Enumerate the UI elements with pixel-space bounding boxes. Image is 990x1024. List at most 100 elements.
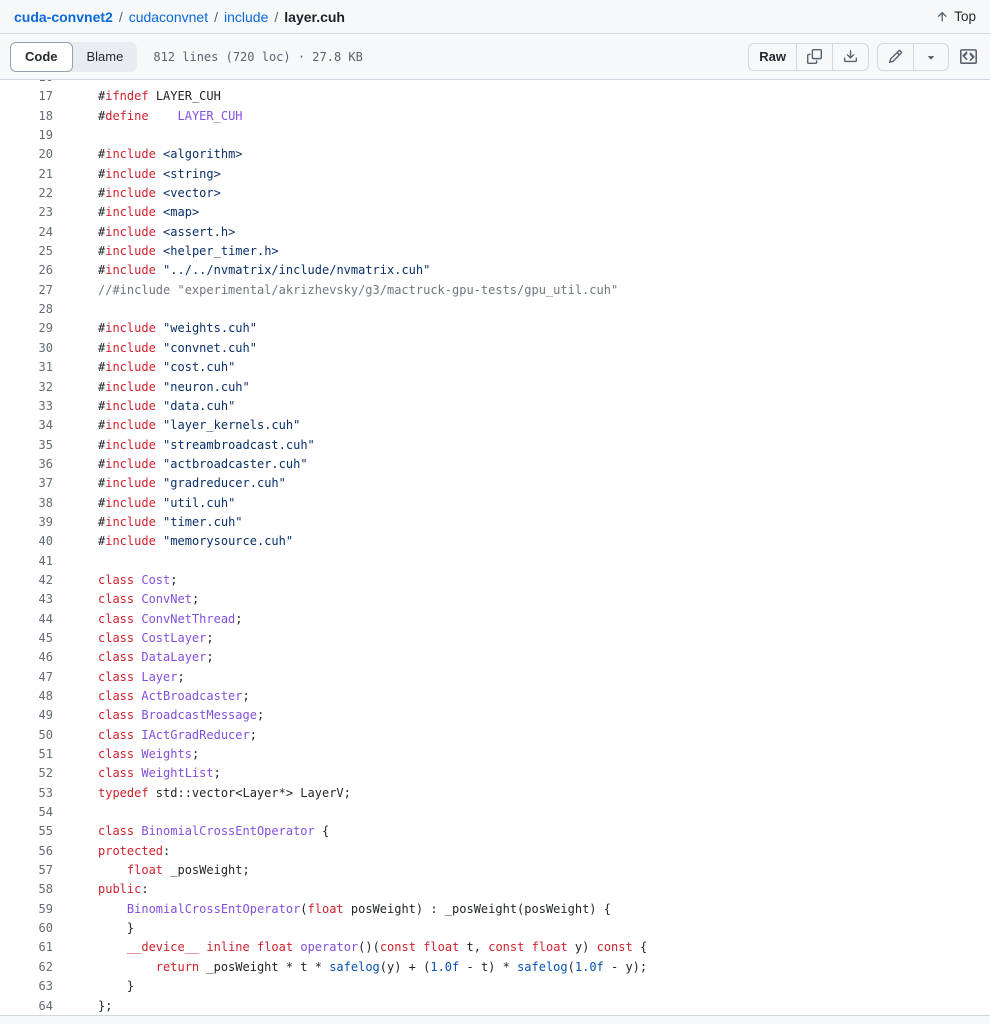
line-number[interactable]: 45 [0, 629, 53, 648]
code-line: 63 } [0, 977, 990, 996]
line-code: __device__ inline float operator()(const… [53, 938, 647, 957]
line-number[interactable]: 48 [0, 687, 53, 706]
line-number[interactable]: 43 [0, 590, 53, 609]
line-number[interactable]: 32 [0, 378, 53, 397]
line-number[interactable]: 51 [0, 745, 53, 764]
code-line: 28 [0, 300, 990, 319]
line-number[interactable]: 54 [0, 803, 53, 822]
breadcrumb-separator: / [214, 9, 218, 25]
line-number[interactable]: 52 [0, 764, 53, 783]
code-line: 50class IActGradReducer; [0, 726, 990, 745]
line-number[interactable]: 29 [0, 319, 53, 338]
breadcrumb-item-cudaconvnet[interactable]: cudaconvnet [129, 9, 208, 25]
code-line: 23#include <map> [0, 203, 990, 222]
line-number[interactable]: 21 [0, 165, 53, 184]
line-number[interactable]: 62 [0, 958, 53, 977]
code-line: 45class CostLayer; [0, 629, 990, 648]
line-code: #include "timer.cuh" [53, 513, 243, 532]
line-number[interactable]: 30 [0, 339, 53, 358]
line-number[interactable]: 60 [0, 919, 53, 938]
line-code: #include "convnet.cuh" [53, 339, 257, 358]
line-number[interactable]: 33 [0, 397, 53, 416]
line-code: return _posWeight * t * safelog(y) + (1.… [53, 958, 647, 977]
line-number[interactable]: 61 [0, 938, 53, 957]
line-number[interactable]: 40 [0, 532, 53, 551]
line-number[interactable]: 59 [0, 900, 53, 919]
line-number[interactable]: 47 [0, 668, 53, 687]
line-number[interactable]: 53 [0, 784, 53, 803]
line-number[interactable]: 38 [0, 494, 53, 513]
line-code: #include "data.cuh" [53, 397, 235, 416]
line-code: BinomialCrossEntOperator(float posWeight… [53, 900, 611, 919]
line-number[interactable]: 16 [0, 80, 53, 87]
line-number[interactable]: 34 [0, 416, 53, 435]
code-line: 49class BroadcastMessage; [0, 706, 990, 725]
download-button[interactable] [832, 44, 868, 70]
edit-button[interactable] [878, 44, 913, 70]
line-number[interactable]: 56 [0, 842, 53, 861]
line-number[interactable]: 28 [0, 300, 53, 319]
code-line: 17#ifndef LAYER_CUH [0, 87, 990, 106]
line-code [53, 300, 98, 319]
line-number[interactable]: 20 [0, 145, 53, 164]
line-number[interactable]: 35 [0, 436, 53, 455]
tab-blame[interactable]: Blame [73, 42, 138, 72]
line-number[interactable]: 41 [0, 552, 53, 571]
breadcrumb-item-include[interactable]: include [224, 9, 268, 25]
line-number[interactable]: 49 [0, 706, 53, 725]
line-code: class DataLayer; [53, 648, 214, 667]
edit-pencil-icon [888, 49, 903, 64]
line-number[interactable]: 23 [0, 203, 53, 222]
copy-icon [807, 49, 822, 64]
line-number[interactable]: 55 [0, 822, 53, 841]
code-line: 48class ActBroadcaster; [0, 687, 990, 706]
line-code: class WeightList; [53, 764, 221, 783]
line-number[interactable]: 58 [0, 880, 53, 899]
breadcrumb-separator: / [119, 9, 123, 25]
line-number[interactable]: 24 [0, 223, 53, 242]
line-number[interactable]: 17 [0, 87, 53, 106]
line-code: #include "../../nvmatrix/include/nvmatri… [53, 261, 430, 280]
line-number[interactable]: 31 [0, 358, 53, 377]
code-line: 34#include "layer_kernels.cuh" [0, 416, 990, 435]
line-number[interactable]: 37 [0, 474, 53, 493]
code-line: 35#include "streambroadcast.cuh" [0, 436, 990, 455]
raw-button[interactable]: Raw [749, 44, 796, 70]
code-line: 24#include <assert.h> [0, 223, 990, 242]
code-line: 51class Weights; [0, 745, 990, 764]
line-code: #include "cost.cuh" [53, 358, 235, 377]
scroll-to-top-link[interactable]: Top [935, 9, 976, 24]
code-blame-toggle: Code Blame [10, 42, 137, 72]
line-number[interactable]: 57 [0, 861, 53, 880]
code-line: 62 return _posWeight * t * safelog(y) + … [0, 958, 990, 977]
line-number[interactable]: 63 [0, 977, 53, 996]
code-line: 29#include "weights.cuh" [0, 319, 990, 338]
line-number[interactable]: 42 [0, 571, 53, 590]
line-number[interactable]: 25 [0, 242, 53, 261]
line-number[interactable]: 26 [0, 261, 53, 280]
breadcrumb-item-cuda-convnet2[interactable]: cuda-convnet2 [14, 9, 113, 25]
tab-code[interactable]: Code [10, 42, 73, 72]
line-number[interactable]: 36 [0, 455, 53, 474]
breadcrumb: cuda-convnet2/cudaconvnet/include/layer.… [14, 9, 345, 25]
line-code: #include <assert.h> [53, 223, 235, 242]
code-line: 31#include "cost.cuh" [0, 358, 990, 377]
line-code: #include "util.cuh" [53, 494, 235, 513]
line-number[interactable]: 46 [0, 648, 53, 667]
edit-options-button[interactable] [913, 44, 948, 70]
code-line: 22#include <vector> [0, 184, 990, 203]
line-number[interactable]: 39 [0, 513, 53, 532]
line-number[interactable]: 22 [0, 184, 53, 203]
line-number[interactable]: 18 [0, 107, 53, 126]
symbols-panel-button[interactable] [957, 46, 980, 67]
line-number[interactable]: 64 [0, 997, 53, 1016]
code-line: 42class Cost; [0, 571, 990, 590]
line-code: class BinomialCrossEntOperator { [53, 822, 329, 841]
line-number[interactable]: 50 [0, 726, 53, 745]
copy-button[interactable] [796, 44, 832, 70]
line-code: class ConvNet; [53, 590, 199, 609]
line-number[interactable]: 44 [0, 610, 53, 629]
line-code [53, 126, 98, 145]
line-number[interactable]: 19 [0, 126, 53, 145]
line-number[interactable]: 27 [0, 281, 53, 300]
